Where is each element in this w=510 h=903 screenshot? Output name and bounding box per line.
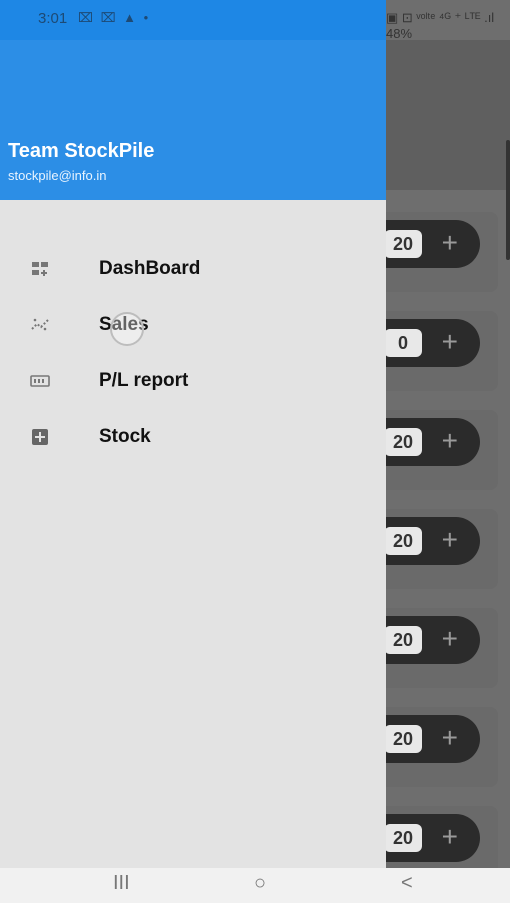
status-bar: 3:01 ⌧ ⌧ ▲ • bbox=[0, 0, 386, 40]
sales-icon bbox=[30, 315, 50, 335]
user-email: stockpile@info.in bbox=[8, 168, 107, 183]
plus-icon[interactable]: + bbox=[442, 326, 458, 358]
plus-icon[interactable]: + bbox=[442, 821, 458, 853]
plus-icon[interactable]: + bbox=[442, 623, 458, 655]
drawer-item-label: Stock bbox=[99, 426, 151, 447]
drawer-item-sales[interactable]: Sales bbox=[0, 303, 386, 351]
drawer-item-label: P/L report bbox=[99, 370, 189, 391]
plus-icon[interactable]: + bbox=[442, 722, 458, 754]
system-status-icons: ▣ ⊡ ᵛᵒˡᵗᵉ ⁴ᴳ ⁺ ᴸᵀᴱ .ıl 48% bbox=[386, 10, 495, 41]
plus-icon[interactable]: + bbox=[442, 524, 458, 556]
quantity-value: 20 bbox=[384, 725, 422, 753]
drawer-item-dashboard[interactable]: DashBoard bbox=[0, 247, 386, 295]
quantity-value: 20 bbox=[384, 527, 422, 555]
notification-icons: ⌧ ⌧ ▲ • bbox=[78, 10, 151, 25]
quantity-value: 0 bbox=[384, 329, 422, 357]
touch-ripple bbox=[110, 312, 144, 346]
recent-apps-button[interactable]: III bbox=[113, 872, 130, 895]
drawer-header: Team StockPile stockpile@info.in bbox=[0, 40, 386, 200]
dashboard-icon bbox=[30, 259, 50, 279]
drawer-item-pl-report[interactable]: P/L report bbox=[0, 359, 386, 407]
quantity-value: 20 bbox=[384, 626, 422, 654]
user-name: Team StockPile bbox=[8, 140, 155, 162]
plus-icon[interactable]: + bbox=[442, 425, 458, 457]
quantity-value: 20 bbox=[384, 824, 422, 852]
drawer-item-label: DashBoard bbox=[99, 258, 201, 279]
plus-icon[interactable]: + bbox=[442, 227, 458, 259]
scrollbar[interactable] bbox=[506, 140, 510, 260]
status-bar-right: ▣ ⊡ ᵛᵒˡᵗᵉ ⁴ᴳ ⁺ ᴸᵀᴱ .ıl 48% bbox=[386, 0, 510, 41]
stock-add-icon bbox=[30, 427, 50, 447]
quantity-value: 20 bbox=[384, 230, 422, 258]
navigation-drawer: Team StockPile stockpile@info.in DashBoa… bbox=[0, 0, 386, 868]
drawer-item-stock[interactable]: Stock bbox=[0, 415, 386, 463]
home-button[interactable]: ○ bbox=[254, 872, 266, 895]
system-nav-bar: III ○ < bbox=[0, 868, 510, 903]
quantity-value: 20 bbox=[384, 428, 422, 456]
status-time: 3:01 bbox=[38, 10, 68, 27]
back-button[interactable]: < bbox=[401, 872, 413, 895]
pl-report-icon bbox=[30, 371, 50, 391]
